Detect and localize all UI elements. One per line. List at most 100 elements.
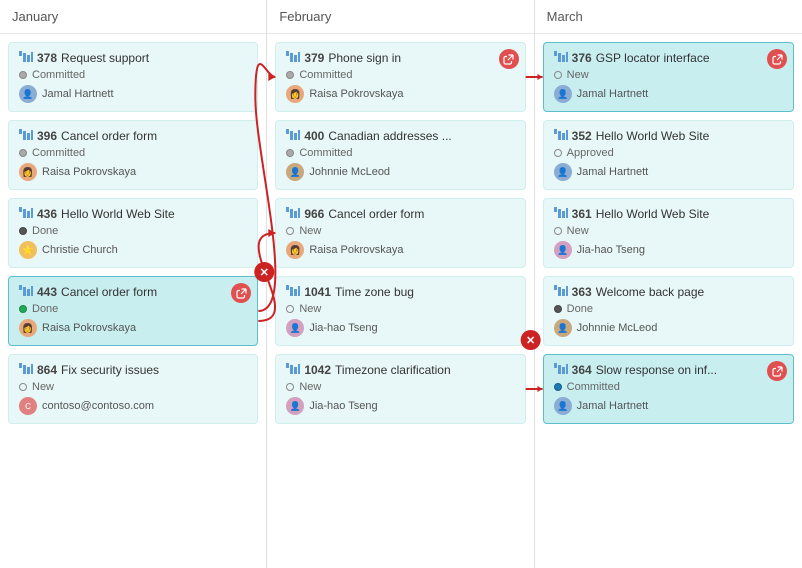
card-title-row: 361Hello World Web Site: [554, 207, 783, 221]
card-status: New: [554, 69, 783, 81]
avatar: 👤: [554, 85, 572, 103]
user-name: Raisa Pokrovskaya: [42, 322, 136, 334]
bars-icon: [286, 285, 300, 296]
card-1041[interactable]: 1041Time zone bugNew👤Jia-hao Tseng: [275, 276, 525, 346]
avatar: 👩: [286, 85, 304, 103]
card-title: Time zone bug: [335, 285, 515, 299]
bars-icon: [554, 207, 568, 218]
card-364[interactable]: 364Slow response on inf...Committed👤Jama…: [543, 354, 794, 424]
card-status: Done: [19, 225, 247, 237]
avatar: 👤: [554, 319, 572, 337]
status-text: Approved: [567, 147, 614, 159]
card-379[interactable]: 379 Phone sign in Committed 👩Raisa Pokrovsk…: [275, 42, 525, 112]
card-id: 1042: [304, 363, 331, 377]
status-text: New: [32, 381, 54, 393]
col-body-february: 379 Phone sign in Committed 👩Raisa Pokrovsk…: [267, 34, 533, 568]
card-status: Committed: [554, 381, 783, 393]
avatar: 👤: [19, 85, 37, 103]
avatar: 👤: [554, 397, 572, 415]
card-id: 376: [572, 51, 592, 65]
bars-icon: [286, 51, 300, 62]
card-user: 👤 Jamal Hartnett: [554, 85, 783, 103]
status-text: New: [299, 225, 321, 237]
status-dot: [554, 227, 562, 235]
column-february: February 379Phone sign inCommitted👩Raisa…: [267, 0, 534, 568]
card-378[interactable]: 378Request supportCommitted👤Jamal Hartne…: [8, 42, 258, 112]
card-user: 👩Raisa Pokrovskaya: [19, 163, 247, 181]
card-864[interactable]: 864Fix security issuesNewCcontoso@contos…: [8, 354, 258, 424]
card-966[interactable]: 966Cancel order form New 👩Raisa Pokrovskay…: [275, 198, 525, 268]
avatar: 👩: [19, 319, 37, 337]
card-id: 400: [304, 129, 324, 143]
card-id: 864: [37, 363, 57, 377]
card-396[interactable]: 396Cancel order form Committed 👩Raisa Pokr…: [8, 120, 258, 190]
card-title-row: 396Cancel order form: [19, 129, 247, 143]
card-status: Committed: [286, 69, 514, 81]
card-user: 👤Jamal Hartnett: [19, 85, 247, 103]
card-352[interactable]: 352Hello World Web SiteApproved👤Jamal Ha…: [543, 120, 794, 190]
card-title: Phone sign in: [328, 51, 514, 65]
card-user: 👤 Johnnie McLeod: [286, 163, 514, 181]
status-dot: [554, 71, 562, 79]
card-id: 379: [304, 51, 324, 65]
card-436[interactable]: 436Hello World Web SiteDone🌟Christie Chu…: [8, 198, 258, 268]
link-icon[interactable]: [231, 283, 251, 303]
card-title: Canadian addresses ...: [328, 129, 514, 143]
card-id: 966: [304, 207, 324, 221]
card-title-row: 443Cancel order form: [19, 285, 247, 299]
card-400[interactable]: 400Canadian addresses ...Committed👤Johnn…: [275, 120, 525, 190]
bars-icon: [19, 285, 33, 296]
link-icon[interactable]: [499, 49, 519, 69]
card-title: Request support: [61, 51, 247, 65]
user-name: Jamal Hartnett: [577, 88, 649, 100]
card-user: 👩Raisa Pokrovskaya: [286, 85, 514, 103]
card-376[interactable]: 376GSP locator interface New 👤 Jamal Hartne…: [543, 42, 794, 112]
column-january: January 378Request supportCommitted👤Jama…: [0, 0, 267, 568]
card-user: 👤 Jamal Hartnett: [554, 397, 783, 415]
avatar: 👤: [286, 163, 304, 181]
status-text: Done: [567, 303, 593, 315]
card-status: New: [286, 381, 514, 393]
user-name: Jamal Hartnett: [577, 166, 649, 178]
avatar: 👩: [286, 241, 304, 259]
status-text: Committed: [32, 147, 85, 159]
status-text: Committed: [299, 69, 352, 81]
card-id: 352: [572, 129, 592, 143]
bars-icon: [19, 129, 33, 140]
user-name: Jamal Hartnett: [577, 400, 649, 412]
bars-icon: [554, 129, 568, 140]
avatar: 👩: [19, 163, 37, 181]
card-361[interactable]: 361Hello World Web SiteNew👤Jia-hao Tseng: [543, 198, 794, 268]
avatar: 👤: [286, 319, 304, 337]
status-text: Committed: [567, 381, 620, 393]
card-363[interactable]: 363Welcome back page Done 👤 Johnnie McLeod: [543, 276, 794, 346]
card-user: Ccontoso@contoso.com: [19, 397, 247, 415]
user-name: Johnnie McLeod: [309, 166, 390, 178]
card-title-row: 363Welcome back page: [554, 285, 783, 299]
avatar: 👤: [554, 241, 572, 259]
column-march: March 376GSP locator interface New 👤 Jamal …: [535, 0, 802, 568]
card-1042[interactable]: 1042Timezone clarificationNew👤Jia-hao Ts…: [275, 354, 525, 424]
status-text: Done: [32, 225, 58, 237]
card-title-row: 966Cancel order form: [286, 207, 514, 221]
link-icon[interactable]: [767, 49, 787, 69]
col-header-march: March: [535, 0, 802, 34]
bars-icon: [286, 363, 300, 374]
calendar-grid: January 378Request supportCommitted👤Jama…: [0, 0, 802, 568]
status-dot: [19, 383, 27, 391]
card-status: New: [286, 225, 514, 237]
card-title: Cancel order form: [61, 129, 247, 143]
card-443[interactable]: 443Cancel order formDone👩Raisa Pokrovska…: [8, 276, 258, 346]
user-name: Jia-hao Tseng: [309, 322, 377, 334]
card-title: Hello World Web Site: [596, 207, 783, 221]
card-title-row: 376GSP locator interface: [554, 51, 783, 65]
card-user: 👤 Jia-hao Tseng: [286, 319, 514, 337]
status-dot: [286, 71, 294, 79]
user-name: Johnnie McLeod: [577, 322, 658, 334]
card-user: 👩 Raisa Pokrovskaya: [19, 319, 247, 337]
card-title: Slow response on inf...: [596, 363, 783, 377]
card-id: 363: [572, 285, 592, 299]
card-user: 👩Raisa Pokrovskaya: [286, 241, 514, 259]
avatar: C: [19, 397, 37, 415]
link-icon[interactable]: [767, 361, 787, 381]
